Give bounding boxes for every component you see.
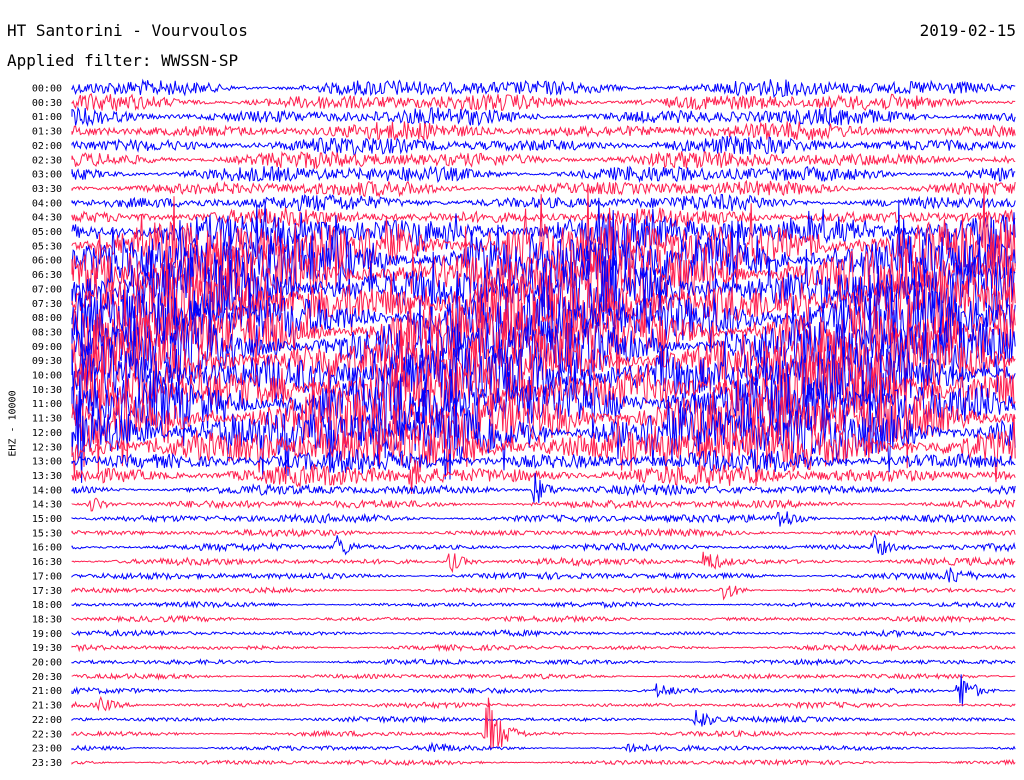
- trace-1600: [71, 533, 1016, 556]
- row-label-0130: 01:30: [32, 127, 62, 138]
- row-label-0630: 06:30: [32, 270, 62, 281]
- row-label-0600: 06:00: [32, 256, 62, 267]
- row-label-1700: 17:00: [32, 571, 62, 582]
- trace-2030: [71, 672, 1016, 681]
- row-label-0730: 07:30: [32, 299, 62, 310]
- row-label-1030: 10:30: [32, 385, 62, 396]
- row-label-0330: 03:30: [32, 184, 62, 195]
- date-label: 2019-02-15: [919, 21, 1016, 40]
- row-label-1300: 13:00: [32, 457, 62, 468]
- channel-label: EHZ - 10000: [7, 390, 19, 457]
- row-label-1730: 17:30: [32, 586, 62, 597]
- trace-0330: [71, 179, 1016, 198]
- row-label-0800: 08:00: [32, 313, 62, 324]
- trace-2130: [71, 695, 1016, 712]
- row-label-1000: 10:00: [32, 371, 62, 382]
- row-label-0400: 04:00: [32, 198, 62, 209]
- row-label-0530: 05:30: [32, 241, 62, 252]
- row-label-0700: 07:00: [32, 284, 62, 295]
- row-label-0030: 00:30: [32, 98, 62, 109]
- trace-1430: [71, 497, 1016, 512]
- row-label-group: 00:00 00:30 01:00 01:30 02:00 02:30 03:00 03:30…: [32, 84, 62, 769]
- trace-2200: [71, 710, 1016, 727]
- trace-1530: [71, 527, 1016, 539]
- trace-2000: [71, 657, 1016, 667]
- station-title: HT Santorini - Vourvoulos: [7, 21, 248, 40]
- trace-1800: [71, 600, 1016, 609]
- row-label-2200: 22:00: [32, 715, 62, 726]
- row-label-1900: 19:00: [32, 629, 62, 640]
- row-label-2300: 23:00: [32, 744, 62, 755]
- trace-1830: [71, 614, 1016, 624]
- trace-0430: [71, 207, 1016, 229]
- row-label-0300: 03:00: [32, 170, 62, 181]
- trace-0030: [71, 93, 1016, 112]
- trace-1700: [71, 567, 1016, 583]
- trace-1630: [71, 551, 1016, 574]
- row-label-1500: 15:00: [32, 514, 62, 525]
- trace-1500: [71, 511, 1016, 527]
- trace-0000: [71, 78, 1016, 99]
- row-label-2130: 21:30: [32, 701, 62, 712]
- row-label-0000: 00:00: [32, 84, 62, 95]
- row-label-2330: 23:30: [32, 758, 62, 769]
- trace-0230: [71, 150, 1016, 170]
- row-label-2230: 22:30: [32, 729, 62, 740]
- row-label-2100: 21:00: [32, 686, 62, 697]
- seismogram-plot: 00:00 00:30 01:00 01:30 02:00 02:30 03:00 03:30…: [32, 78, 1016, 769]
- row-label-1430: 14:30: [32, 500, 62, 511]
- row-label-1400: 14:00: [32, 485, 62, 496]
- row-label-1530: 15:30: [32, 528, 62, 539]
- row-label-1800: 18:00: [32, 600, 62, 611]
- trace-1900: [71, 628, 1016, 639]
- row-label-2030: 20:30: [32, 672, 62, 683]
- trace-0100: [71, 106, 1016, 127]
- row-label-1130: 11:30: [32, 414, 62, 425]
- row-label-1230: 12:30: [32, 442, 62, 453]
- trace-0200: [71, 135, 1016, 156]
- row-label-1830: 18:30: [32, 614, 62, 625]
- row-label-1600: 16:00: [32, 543, 62, 554]
- trace-group: [71, 78, 1016, 767]
- trace-1730: [71, 585, 1016, 601]
- row-label-0100: 01:00: [32, 112, 62, 123]
- trace-2300: [71, 741, 1016, 753]
- row-label-0430: 04:30: [32, 213, 62, 224]
- row-label-1100: 11:00: [32, 399, 62, 410]
- row-label-0830: 08:30: [32, 327, 62, 338]
- row-label-0200: 02:00: [32, 141, 62, 152]
- trace-0300: [71, 165, 1016, 184]
- trace-2330: [71, 758, 1016, 767]
- row-label-0900: 09:00: [32, 342, 62, 353]
- trace-0130: [71, 121, 1016, 141]
- trace-1930: [71, 643, 1016, 653]
- row-label-0500: 05:00: [32, 227, 62, 238]
- row-label-1200: 12:00: [32, 428, 62, 439]
- row-label-1630: 16:30: [32, 557, 62, 568]
- row-label-2000: 20:00: [32, 658, 62, 669]
- row-label-1930: 19:30: [32, 643, 62, 654]
- row-label-0930: 09:30: [32, 356, 62, 367]
- trace-0400: [71, 193, 1016, 212]
- row-label-0230: 02:30: [32, 155, 62, 166]
- filter-label: Applied filter: WWSSN-SP: [7, 51, 239, 70]
- row-label-1330: 13:30: [32, 471, 62, 482]
